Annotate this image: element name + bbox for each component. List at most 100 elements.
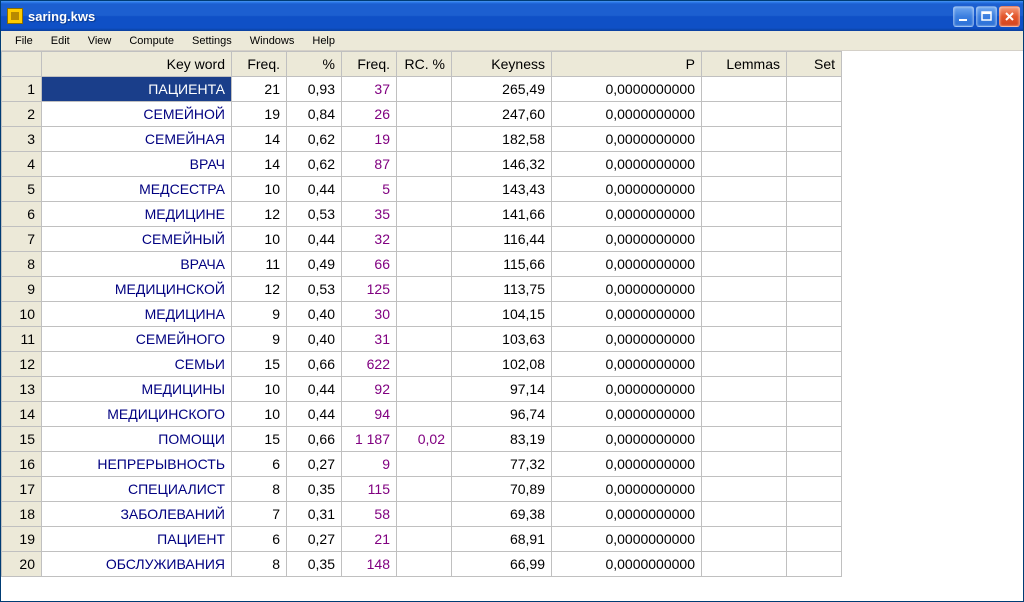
cell-lemmas[interactable] [702,352,787,377]
table-row[interactable]: 20ОБСЛУЖИВАНИЯ80,3514866,990,0000000000 [2,552,842,577]
cell-keyness[interactable]: 265,49 [452,77,552,102]
table-row[interactable]: 4ВРАЧ140,6287146,320,0000000000 [2,152,842,177]
corner-cell[interactable] [2,52,42,77]
cell-keyword[interactable]: МЕДИЦИНСКОГО [42,402,232,427]
cell-lemmas[interactable] [702,127,787,152]
cell-lemmas[interactable] [702,202,787,227]
cell-keyword[interactable]: ВРАЧА [42,252,232,277]
cell-p[interactable]: 0,0000000000 [552,202,702,227]
cell-freq2[interactable]: 1 187 [342,427,397,452]
cell-keyness[interactable]: 97,14 [452,377,552,402]
cell-freq[interactable]: 9 [232,327,287,352]
cell-pct[interactable]: 0,84 [287,102,342,127]
cell-lemmas[interactable] [702,527,787,552]
cell-freq[interactable]: 8 [232,477,287,502]
cell-pct[interactable]: 0,93 [287,77,342,102]
cell-lemmas[interactable] [702,152,787,177]
minimize-button[interactable] [953,6,974,27]
cell-keyword[interactable]: ЗАБОЛЕВАНИЙ [42,502,232,527]
cell-lemmas[interactable] [702,177,787,202]
cell-freq2[interactable]: 21 [342,527,397,552]
cell-keyness[interactable]: 68,91 [452,527,552,552]
cell-p[interactable]: 0,0000000000 [552,502,702,527]
cell-freq2[interactable]: 622 [342,352,397,377]
cell-pct[interactable]: 0,31 [287,502,342,527]
table-row[interactable]: 12СЕМЬИ150,66622102,080,0000000000 [2,352,842,377]
cell-freq2[interactable]: 92 [342,377,397,402]
cell-lemmas[interactable] [702,302,787,327]
row-number[interactable]: 3 [2,127,42,152]
cell-keyword[interactable]: ПАЦИЕНТА [42,77,232,102]
table-row[interactable]: 18ЗАБОЛЕВАНИЙ70,315869,380,0000000000 [2,502,842,527]
cell-pct[interactable]: 0,53 [287,277,342,302]
cell-p[interactable]: 0,0000000000 [552,377,702,402]
cell-keyword[interactable]: НЕПРЕРЫВНОСТЬ [42,452,232,477]
cell-keyword[interactable]: СПЕЦИАЛИСТ [42,477,232,502]
cell-lemmas[interactable] [702,427,787,452]
row-number[interactable]: 17 [2,477,42,502]
col-header-keyword[interactable]: Key word [42,52,232,77]
cell-lemmas[interactable] [702,102,787,127]
cell-set[interactable] [787,302,842,327]
cell-lemmas[interactable] [702,277,787,302]
cell-freq2[interactable]: 58 [342,502,397,527]
table-row[interactable]: 7СЕМЕЙНЫЙ100,4432116,440,0000000000 [2,227,842,252]
cell-set[interactable] [787,127,842,152]
cell-p[interactable]: 0,0000000000 [552,252,702,277]
cell-keyness[interactable]: 247,60 [452,102,552,127]
cell-set[interactable] [787,527,842,552]
cell-freq2[interactable]: 26 [342,102,397,127]
cell-keyword[interactable]: ОБСЛУЖИВАНИЯ [42,552,232,577]
cell-keyness[interactable]: 83,19 [452,427,552,452]
cell-keyness[interactable]: 66,99 [452,552,552,577]
data-grid[interactable]: Key wordFreq.%Freq.RC. %KeynessPLemmasSe… [1,51,842,577]
cell-set[interactable] [787,177,842,202]
cell-rcpct[interactable] [397,227,452,252]
cell-pct[interactable]: 0,44 [287,177,342,202]
cell-rcpct[interactable] [397,452,452,477]
cell-lemmas[interactable] [702,327,787,352]
cell-keyness[interactable]: 103,63 [452,327,552,352]
cell-keyness[interactable]: 96,74 [452,402,552,427]
titlebar[interactable]: saring.kws [1,1,1023,31]
table-row[interactable]: 8ВРАЧА110,4966115,660,0000000000 [2,252,842,277]
table-row[interactable]: 19ПАЦИЕНТ60,272168,910,0000000000 [2,527,842,552]
cell-pct[interactable]: 0,62 [287,127,342,152]
cell-freq[interactable]: 6 [232,527,287,552]
cell-freq[interactable]: 12 [232,202,287,227]
cell-keyness[interactable]: 104,15 [452,302,552,327]
cell-p[interactable]: 0,0000000000 [552,552,702,577]
cell-keyness[interactable]: 70,89 [452,477,552,502]
cell-freq[interactable]: 15 [232,352,287,377]
cell-keyword[interactable]: СЕМЕЙНОГО [42,327,232,352]
row-number[interactable]: 16 [2,452,42,477]
cell-p[interactable]: 0,0000000000 [552,227,702,252]
cell-keyword[interactable]: СЕМЬИ [42,352,232,377]
table-row[interactable]: 5МЕДСЕСТРА100,445143,430,0000000000 [2,177,842,202]
row-number[interactable]: 8 [2,252,42,277]
header-row[interactable]: Key wordFreq.%Freq.RC. %KeynessPLemmasSe… [2,52,842,77]
row-number[interactable]: 2 [2,102,42,127]
cell-set[interactable] [787,252,842,277]
cell-freq[interactable]: 10 [232,227,287,252]
cell-freq2[interactable]: 31 [342,327,397,352]
cell-p[interactable]: 0,0000000000 [552,177,702,202]
cell-rcpct[interactable] [397,152,452,177]
cell-pct[interactable]: 0,44 [287,227,342,252]
cell-freq[interactable]: 19 [232,102,287,127]
menu-file[interactable]: File [7,33,41,49]
cell-p[interactable]: 0,0000000000 [552,327,702,352]
cell-freq[interactable]: 21 [232,77,287,102]
cell-keyword[interactable]: МЕДИЦИНЕ [42,202,232,227]
cell-set[interactable] [787,502,842,527]
cell-freq[interactable]: 9 [232,302,287,327]
cell-freq2[interactable]: 148 [342,552,397,577]
cell-p[interactable]: 0,0000000000 [552,352,702,377]
table-row[interactable]: 14МЕДИЦИНСКОГО100,449496,740,0000000000 [2,402,842,427]
cell-p[interactable]: 0,0000000000 [552,127,702,152]
col-header-rcpct[interactable]: RC. % [397,52,452,77]
row-number[interactable]: 1 [2,77,42,102]
col-header-p[interactable]: P [552,52,702,77]
col-header-lemmas[interactable]: Lemmas [702,52,787,77]
cell-freq2[interactable]: 125 [342,277,397,302]
